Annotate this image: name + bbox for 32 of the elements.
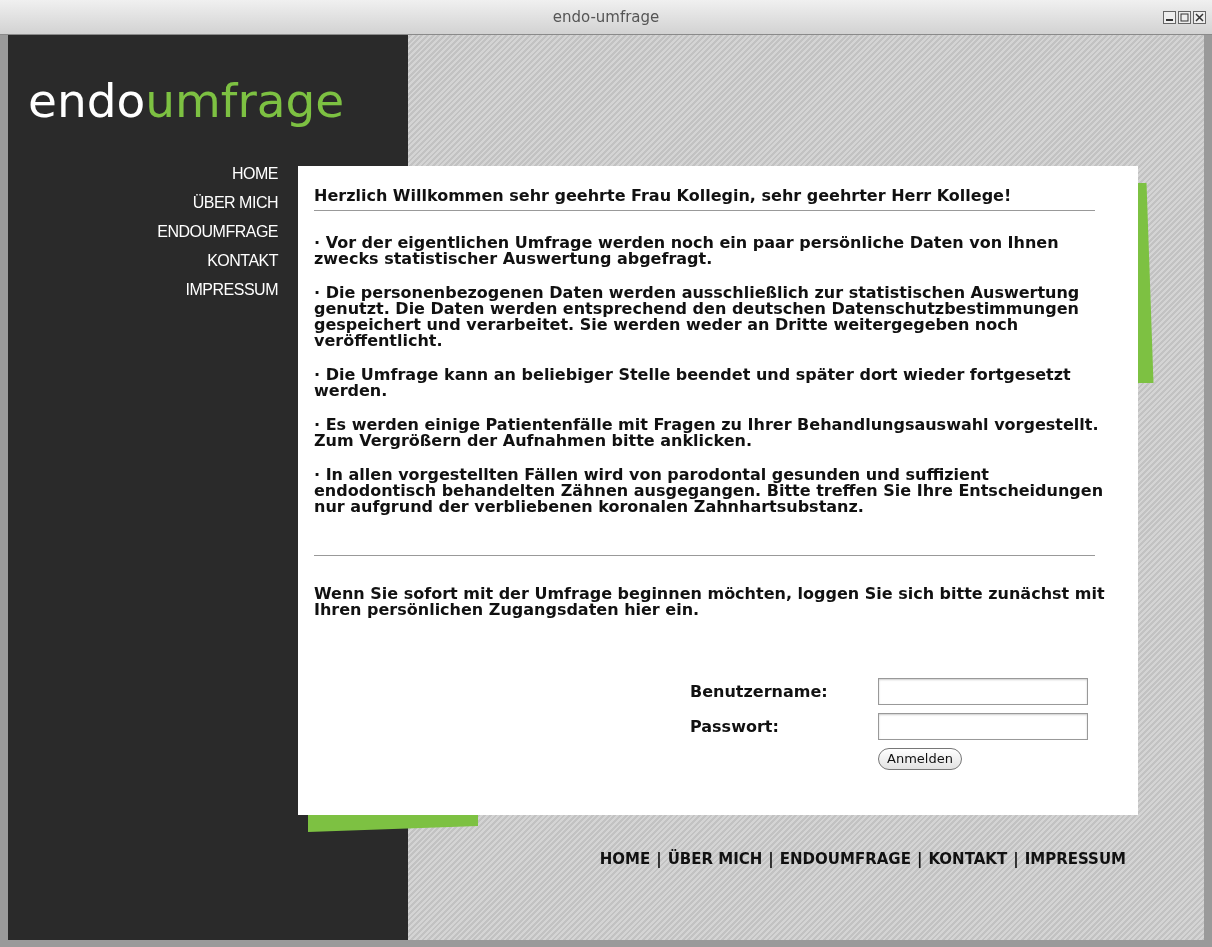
nav-link[interactable]: ÜBER MICH <box>192 192 278 214</box>
login-intro: Wenn Sie sofort mit der Umfrage beginnen möchten, loggen Sie sich bitte zunächst mit Ihren persönlichen Zugangsdaten hier ein. <box>314 586 1106 618</box>
welcome-heading: Herzlich Willkommen sehr geehrte Frau Kollegin, sehr geehrter Herr Kollege! <box>314 188 1095 211</box>
link-separator: | <box>768 848 774 870</box>
nav-link[interactable]: KONTAKT <box>207 250 278 272</box>
link-separator: | <box>1013 848 1019 870</box>
login-button[interactable]: Anmelden <box>878 748 962 770</box>
field-label: Passwort: <box>690 718 780 735</box>
logo-text: endo <box>28 73 146 128</box>
footer-link[interactable]: HOME <box>599 847 651 870</box>
close-icon[interactable] <box>1193 10 1206 24</box>
footer-link[interactable]: KONTAKT <box>928 847 1008 870</box>
nav-link[interactable]: HOME <box>232 163 278 185</box>
info-paragraph: · Die personenbezogenen Daten werden ausschließlich zur statistischen Auswertung genutzt. Die Daten werden entsprechend den deutschen Datenschutzbestimmungen gespeichert und verarbeitet. Sie werden weder an Dritte weitergegeben noch veröffentlicht. <box>314 285 1081 349</box>
link-separator: | <box>656 848 662 870</box>
logo-text: umfrage <box>145 73 345 128</box>
info-paragraph: · In allen vorgestellten Fällen wird von parodontal gesunden und suffizient endodontisch behandelten Zähnen ausgegangen. Bitte treffen Sie Ihre Entscheidungen nur aufgrund der verbliebenen koronalen Zahnhartsubstanz. <box>314 467 1105 515</box>
footer-link[interactable]: ÜBER MICH <box>667 847 763 870</box>
window-title: endo-umfrage <box>552 6 660 28</box>
field-label: Benutzername: <box>690 683 829 700</box>
info-paragraph: · Vor der eigentlichen Umfrage werden noch ein paar persönliche Daten von Ihnen zwecks statistischer Auswertung abgefragt. <box>314 235 1060 267</box>
footer-link[interactable]: ENDOUMFRAGE <box>779 847 911 870</box>
info-paragraph: · Die Umfrage kann an beliebiger Stelle beendet und später dort wieder fortgesetzt werden. <box>314 367 1072 399</box>
input-field[interactable] <box>878 678 1088 705</box>
link-separator: | <box>916 848 923 870</box>
footer-link[interactable]: IMPRESSUM <box>1024 847 1126 870</box>
nav-link[interactable]: IMPRESSUM <box>185 279 278 301</box>
input-field[interactable] <box>878 713 1088 740</box>
info-paragraph: · Es werden einige Patientenfälle mit Fragen zu Ihrer Behandlungsauswahl vorgestellt. Zum Vergrößern der Aufnahmen bitte anklicken. <box>314 417 1100 449</box>
maximize-icon[interactable] <box>1178 10 1191 24</box>
minimize-icon[interactable] <box>1163 10 1176 24</box>
nav-link[interactable]: ENDOUMFRAGE <box>157 221 278 243</box>
